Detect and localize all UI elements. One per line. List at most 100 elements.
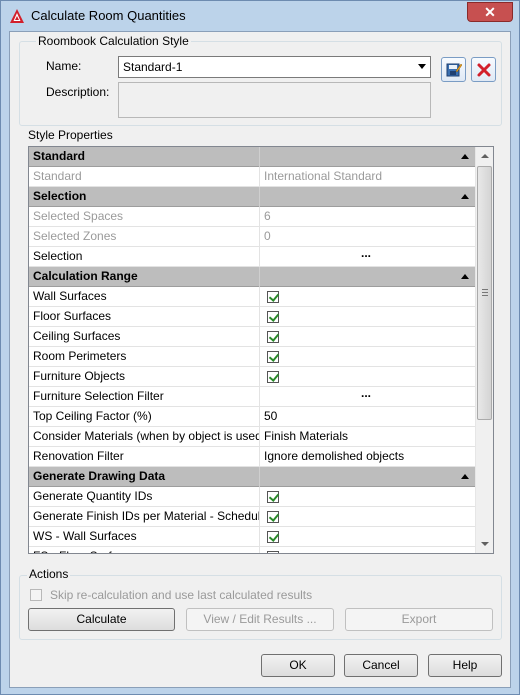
category-row[interactable]: Standard <box>29 147 475 167</box>
property-row[interactable]: Consider Materials (when by object is us… <box>29 427 475 447</box>
property-value-cell[interactable]: Finish Materials <box>261 427 475 447</box>
checkbox-checked[interactable] <box>267 551 279 553</box>
property-label: Selected Spaces <box>29 207 260 227</box>
property-value-cell[interactable] <box>261 287 475 307</box>
autocad-logo-icon <box>10 9 24 23</box>
property-row[interactable]: Standard International Standard <box>29 167 475 187</box>
property-value-cell <box>261 187 475 207</box>
property-label: Wall Surfaces <box>29 287 260 307</box>
property-row[interactable]: Generate Finish IDs per Material - Sched… <box>29 507 475 527</box>
collapse-arrow-icon[interactable] <box>461 274 469 279</box>
checkbox-checked[interactable] <box>267 511 279 523</box>
property-value: 50 <box>264 409 278 423</box>
ellipsis-button[interactable]: ... <box>361 384 371 403</box>
title-bar[interactable]: Calculate Room Quantities ✕ <box>1 1 519 31</box>
property-value-cell[interactable]: Ignore demolished objects <box>261 447 475 467</box>
property-row[interactable]: Top Ceiling Factor (%) 50 <box>29 407 475 427</box>
property-label: Selection <box>29 247 260 267</box>
category-row[interactable]: Generate Drawing Data <box>29 467 475 487</box>
name-label: Name: <box>46 59 82 73</box>
property-value-cell: International Standard <box>261 167 475 187</box>
property-value: 0 <box>264 229 271 243</box>
property-value-cell[interactable] <box>261 507 475 527</box>
checkbox-checked[interactable] <box>267 291 279 303</box>
property-value-cell[interactable] <box>261 547 475 553</box>
property-row[interactable]: FS - Floor Surfaces <box>29 547 475 553</box>
ok-button[interactable]: OK <box>261 654 335 677</box>
scroll-thumb[interactable] <box>477 166 492 420</box>
ellipsis-button[interactable]: ... <box>361 244 371 263</box>
edit-style-button[interactable] <box>441 57 466 82</box>
skip-recalc-checkbox[interactable] <box>30 589 42 601</box>
property-row[interactable]: Selection... <box>29 244 475 267</box>
close-icon: ✕ <box>484 4 496 20</box>
scroll-down-icon[interactable] <box>476 536 493 553</box>
floppy-edit-icon <box>446 63 462 77</box>
delete-x-icon <box>477 63 491 77</box>
property-row[interactable]: Generate Quantity IDs <box>29 487 475 507</box>
grip-icon <box>482 289 488 296</box>
property-label: Selected Zones <box>29 227 260 247</box>
property-label: Generate Quantity IDs <box>29 487 260 507</box>
checkbox-checked[interactable] <box>267 311 279 323</box>
property-value-cell <box>261 467 475 487</box>
property-row[interactable]: Floor Surfaces <box>29 307 475 327</box>
property-row[interactable]: Furniture Selection Filter... <box>29 384 475 407</box>
property-value-cell: 6 <box>261 207 475 227</box>
checkbox-checked[interactable] <box>267 371 279 383</box>
help-button[interactable]: Help <box>428 654 502 677</box>
category-row[interactable]: Selection <box>29 187 475 207</box>
property-row[interactable]: Wall Surfaces <box>29 287 475 307</box>
vertical-scrollbar[interactable] <box>475 147 493 553</box>
property-value-cell[interactable] <box>261 487 475 507</box>
close-button[interactable]: ✕ <box>467 2 513 22</box>
property-label: Standard <box>29 167 260 187</box>
property-value-cell <box>261 147 475 167</box>
property-row[interactable]: Ceiling Surfaces <box>29 327 475 347</box>
calculate-button[interactable]: Calculate <box>28 608 175 631</box>
property-value-cell[interactable] <box>261 527 475 547</box>
property-row[interactable]: WS - Wall Surfaces <box>29 527 475 547</box>
export-button[interactable]: Export <box>345 608 493 631</box>
collapse-arrow-icon[interactable] <box>461 194 469 199</box>
property-value-cell[interactable] <box>261 307 475 327</box>
cancel-button[interactable]: Cancel <box>344 654 418 677</box>
property-value-cell[interactable]: 50 <box>261 407 475 427</box>
property-value: Finish Materials <box>264 429 349 443</box>
property-value-cell[interactable] <box>261 347 475 367</box>
property-label: WS - Wall Surfaces <box>29 527 260 547</box>
property-label: Room Perimeters <box>29 347 260 367</box>
view-edit-results-button[interactable]: View / Edit Results ... <box>186 608 334 631</box>
property-row[interactable]: Selected Spaces 6 <box>29 207 475 227</box>
property-row[interactable]: Furniture Objects <box>29 367 475 387</box>
checkbox-checked[interactable] <box>267 491 279 503</box>
scroll-up-icon[interactable] <box>476 147 493 164</box>
style-group-title: Roombook Calculation Style <box>36 34 191 48</box>
property-row[interactable]: Selected Zones 0 <box>29 227 475 247</box>
category-row[interactable]: Calculation Range <box>29 267 475 287</box>
delete-style-button[interactable] <box>471 57 496 82</box>
actions-group-title: Actions <box>27 567 71 581</box>
collapse-arrow-icon[interactable] <box>461 474 469 479</box>
property-row[interactable]: Room Perimeters <box>29 347 475 367</box>
property-label: Floor Surfaces <box>29 307 260 327</box>
checkbox-checked[interactable] <box>267 531 279 543</box>
property-value-cell[interactable]: ... <box>261 384 475 407</box>
property-value: International Standard <box>264 169 383 183</box>
property-value-cell[interactable] <box>261 327 475 347</box>
property-row[interactable]: Renovation Filter Ignore demolished objec… <box>29 447 475 467</box>
dialog-window: Calculate Room Quantities ✕ Roombook Cal… <box>0 0 520 695</box>
category-label: Generate Drawing Data <box>29 467 260 487</box>
dialog-client: Roombook Calculation Style Name: Standar… <box>9 31 511 688</box>
category-label: Standard <box>29 147 260 167</box>
style-name-select[interactable]: Standard-1 <box>118 56 431 78</box>
description-field[interactable] <box>118 82 431 118</box>
property-value-cell[interactable]: ... <box>261 244 475 267</box>
checkbox-checked[interactable] <box>267 331 279 343</box>
skip-recalc-label: Skip re-calculation and use last calcula… <box>50 588 313 602</box>
category-label: Calculation Range <box>29 267 260 287</box>
collapse-arrow-icon[interactable] <box>461 154 469 159</box>
property-label: Top Ceiling Factor (%) <box>29 407 260 427</box>
property-grid[interactable]: Standard Standard International Standard Se… <box>28 146 494 554</box>
checkbox-checked[interactable] <box>267 351 279 363</box>
